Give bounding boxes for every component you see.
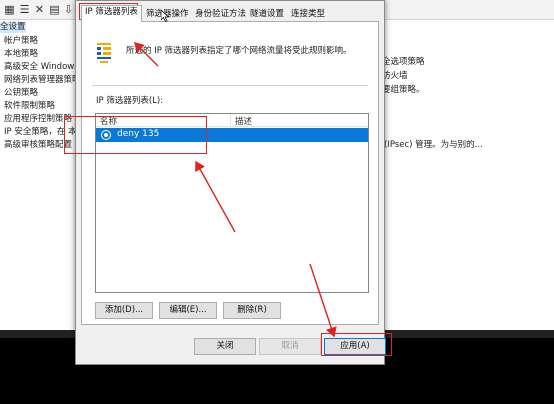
tree-item[interactable]: 帐户策略 (4, 36, 38, 47)
mouse-cursor-icon (161, 10, 169, 22)
panel-description: 所选的 IP 筛选器列表指定了哪个网络流量将受此规则影响。 (126, 46, 352, 56)
edit-button[interactable]: 编辑(E)... (159, 302, 217, 319)
tree-item[interactable]: 高级安全 Windows (4, 62, 79, 73)
tree-item[interactable]: 本地策略 (4, 49, 38, 60)
tab-connection-type[interactable]: 连接类型 (287, 7, 329, 21)
column-header-description[interactable]: 描述 (235, 115, 252, 127)
export-icon[interactable]: ⇩ (62, 3, 75, 16)
delete-icon[interactable]: ✕ (33, 3, 46, 16)
tab-tunnel-settings[interactable]: 隧道设置 (246, 7, 288, 21)
tree-item[interactable]: 高级审核策略配置 (4, 140, 72, 151)
detail-text: 全选项策略 (382, 57, 425, 67)
filter-list-label: IP 筛选器列表(L): (96, 96, 164, 106)
cancel-button: 取消 (259, 338, 321, 355)
annotation-box-filter (64, 116, 207, 154)
detail-text: 防火墙 (382, 71, 408, 81)
tab-ip-filter-list[interactable]: IP 筛选器列表 (81, 5, 142, 22)
column-divider (230, 114, 231, 127)
tab-panel-ip-filter-list: 所选的 IP 筛选器列表指定了哪个网络流量将受此规则影响。 IP 筛选器列表(L… (81, 21, 379, 325)
tree-item[interactable]: 全设置 (0, 22, 26, 33)
tab-strip: IP 筛选器列表 筛选器操作 身份验证方法 隧道设置 连接类型 (81, 5, 381, 22)
properties-icon[interactable]: ▤ (48, 3, 61, 16)
window-icon[interactable]: ▦ (3, 3, 16, 16)
filter-list-icon (97, 43, 111, 63)
add-button[interactable]: 添加(D)... (95, 302, 153, 319)
detail-text: (IPsec) 管理。为与别的... (384, 140, 483, 150)
edit-rule-properties-dialog: IP 筛选器列表 筛选器操作 身份验证方法 隧道设置 连接类型 所选的 IP 筛… (75, 0, 386, 365)
detail-text: 要组策略。 (382, 85, 425, 95)
delete-button[interactable]: 删除(R) (223, 302, 281, 319)
tree-item[interactable]: 应用程序控制策略 (4, 114, 72, 125)
tree-item[interactable]: 网络列表管理器策略 (4, 75, 81, 86)
tab-authentication-methods[interactable]: 身份验证方法 (191, 7, 250, 21)
close-button[interactable]: 关闭 (194, 338, 256, 355)
list-icon[interactable]: ☰ (18, 3, 31, 16)
tree-item[interactable]: 公钥策略 (4, 88, 38, 99)
separator (92, 85, 368, 86)
annotation-box-apply (321, 333, 392, 356)
tree-item[interactable]: 软件限制策略 (4, 101, 55, 112)
